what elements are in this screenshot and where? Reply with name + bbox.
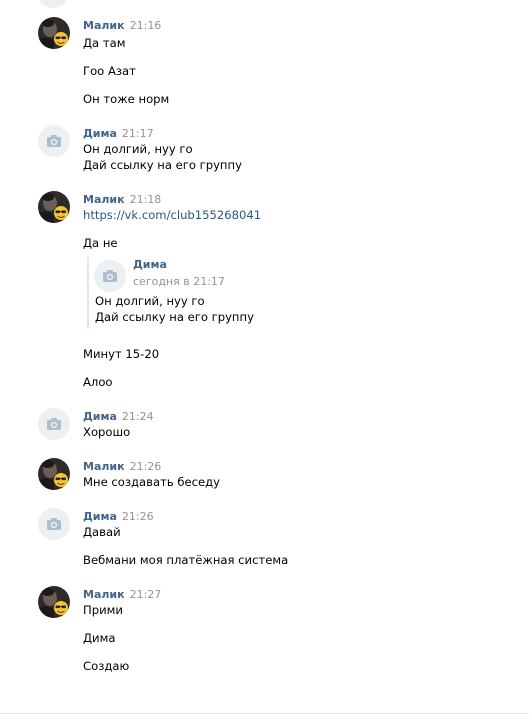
- avatar[interactable]: [38, 125, 70, 157]
- quoted-text: Он долгий, нуу го: [95, 294, 205, 308]
- message-text: Он тоже норм: [83, 92, 170, 106]
- previous-avatar-stub: [37, 0, 69, 8]
- message-text: Мне создавать беседу: [83, 475, 221, 489]
- message-time[interactable]: 21:18: [130, 193, 162, 206]
- avatar[interactable]: [38, 408, 70, 440]
- camera-icon: [94, 260, 126, 292]
- user-photo-icon: [38, 458, 70, 490]
- message-time[interactable]: 21:17: [122, 127, 154, 140]
- message-text: Давай: [83, 525, 121, 539]
- message-text: Создаю: [83, 659, 130, 673]
- forwarded-message[interactable]: Дима сегодня в 21:17 Он долгий, нуу го Д…: [87, 257, 389, 329]
- message-time[interactable]: 21:16: [130, 19, 162, 32]
- message-text: Дима: [83, 631, 116, 645]
- camera-icon: [38, 408, 70, 440]
- author-name[interactable]: Малик: [83, 588, 125, 601]
- author-name[interactable]: Малик: [83, 193, 125, 206]
- message-text: Вебмани моя платёжная система: [83, 553, 289, 567]
- camera-icon: [38, 508, 70, 540]
- message-text: Прими: [83, 603, 123, 617]
- avatar[interactable]: [38, 508, 70, 540]
- divider: [0, 713, 529, 714]
- avatar[interactable]: [38, 458, 70, 490]
- message-text: Да не: [83, 236, 118, 250]
- message-link[interactable]: https://vk.com/club155268041: [83, 207, 261, 223]
- message-text: Минут 15-20: [83, 347, 160, 361]
- camera-icon: [38, 125, 70, 157]
- author-name[interactable]: Малик: [83, 19, 125, 32]
- message-text: Алоо: [83, 375, 113, 389]
- message-text: Хорошо: [83, 425, 131, 439]
- message-text: Дай ссылку на его группу: [83, 158, 242, 172]
- quoted-time[interactable]: сегодня в 21:17: [133, 275, 225, 289]
- author-name[interactable]: Дима: [83, 510, 117, 523]
- user-photo-icon: [38, 191, 70, 223]
- quoted-author-name[interactable]: Дима: [133, 258, 167, 272]
- message-text: Гоо Азат: [83, 64, 136, 78]
- message-text: Да там: [83, 36, 126, 50]
- message-text: Он долгий, нуу го: [83, 142, 193, 156]
- author-name[interactable]: Дима: [83, 127, 117, 140]
- message-time[interactable]: 21:26: [130, 460, 162, 473]
- avatar[interactable]: [38, 586, 70, 618]
- quoted-avatar[interactable]: [94, 260, 126, 292]
- quoted-text: Дай ссылку на его группу: [95, 310, 254, 324]
- message-time[interactable]: 21:27: [130, 588, 162, 601]
- message-time[interactable]: 21:26: [122, 510, 154, 523]
- avatar[interactable]: [38, 17, 70, 49]
- user-photo-icon: [38, 586, 70, 618]
- avatar[interactable]: [38, 191, 70, 223]
- author-name[interactable]: Дима: [83, 410, 117, 423]
- message-time[interactable]: 21:24: [122, 410, 154, 423]
- author-name[interactable]: Малик: [83, 460, 125, 473]
- user-photo-icon: [38, 17, 70, 49]
